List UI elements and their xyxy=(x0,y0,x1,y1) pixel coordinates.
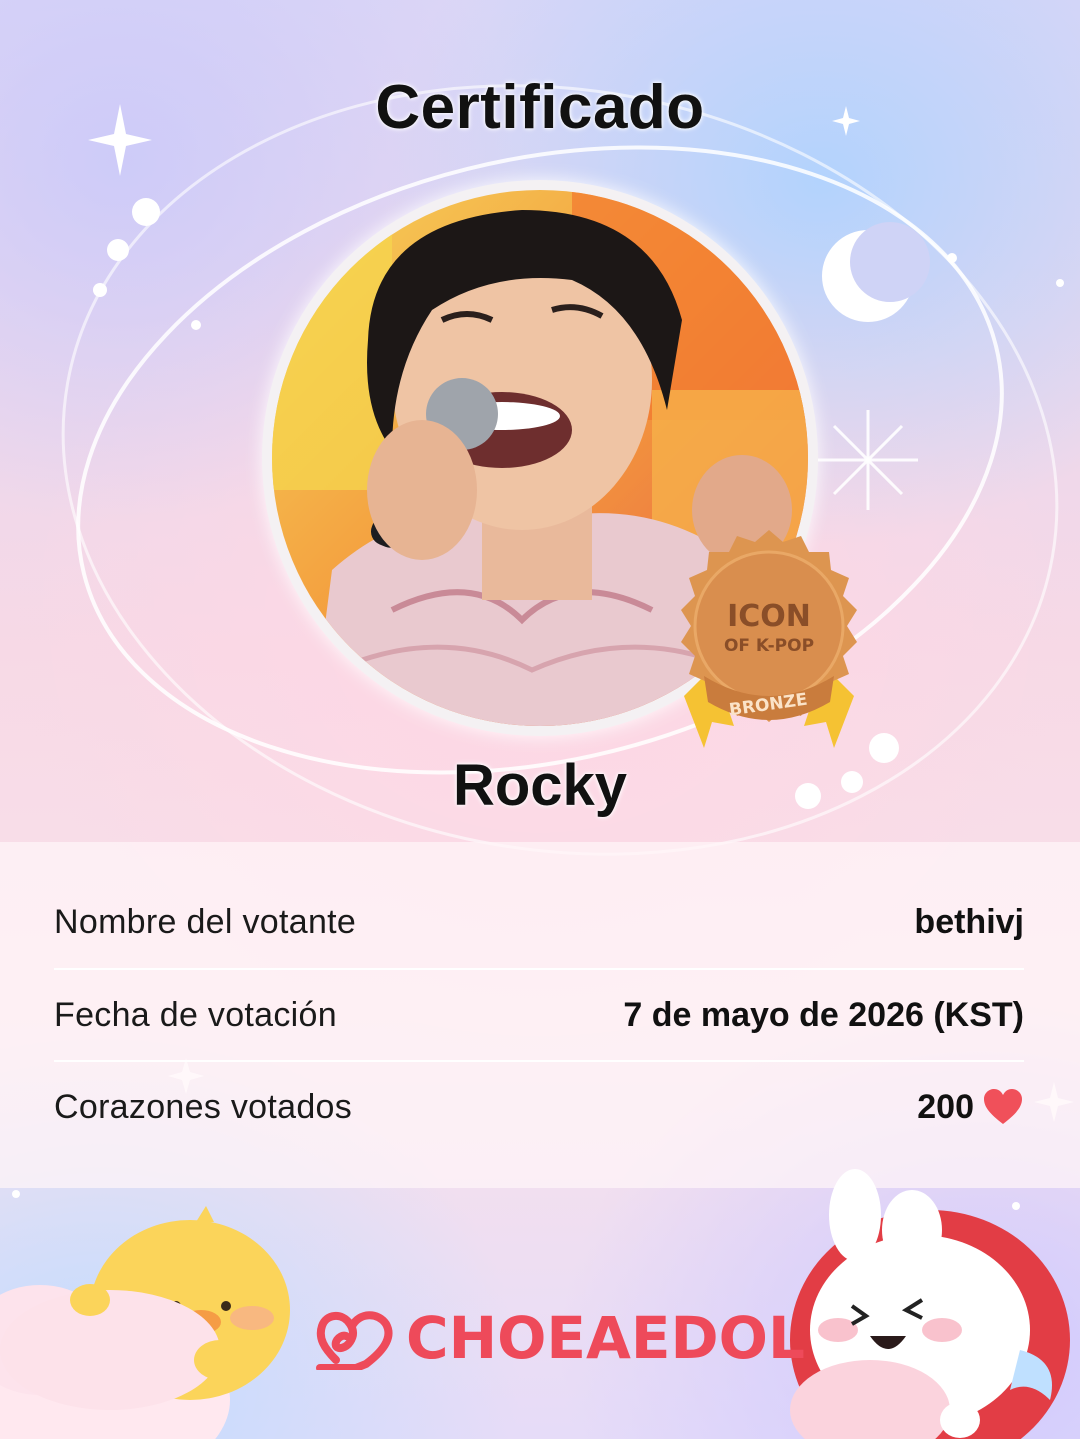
choeaedol-logo-icon xyxy=(316,1311,393,1370)
choeaedol-logo: CHOEAEDOL xyxy=(316,1302,805,1374)
chick-character-icon xyxy=(0,1206,290,1439)
brand-name: CHOEAEDOL xyxy=(406,1304,805,1372)
certificate-page: Certificado ICON OF K-POP BRONZE Rocky N… xyxy=(0,0,1080,1439)
rabbit-character-icon xyxy=(790,1169,1070,1439)
footer-decoration xyxy=(0,1169,1070,1439)
